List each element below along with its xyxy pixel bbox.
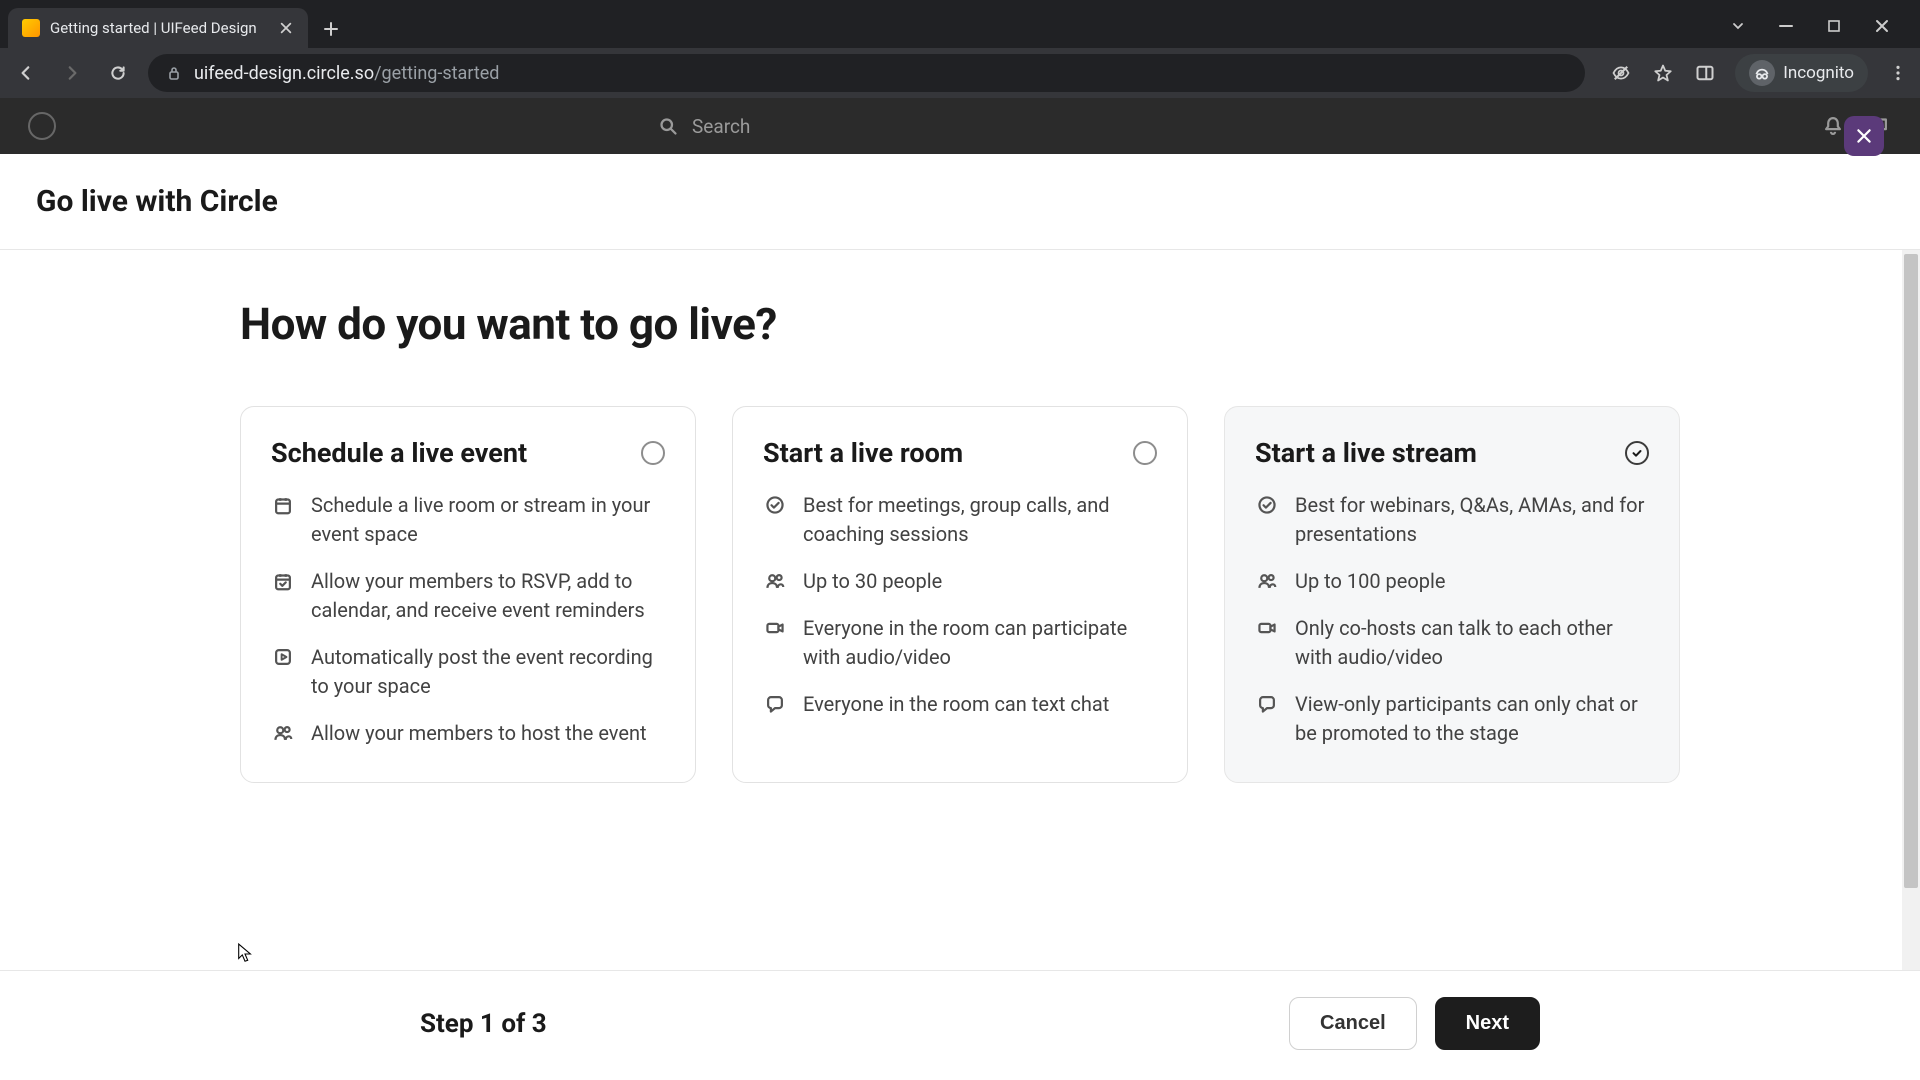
card-title: Schedule a live event xyxy=(271,437,527,469)
incognito-icon xyxy=(1749,60,1775,86)
feature-row: Only co-hosts can talk to each other wit… xyxy=(1255,614,1649,672)
feature-text: Only co-hosts can talk to each other wit… xyxy=(1295,614,1649,672)
feature-text: Up to 100 people xyxy=(1295,567,1446,596)
url-domain: uifeed-design.circle.so xyxy=(194,63,374,84)
window-maximize-button[interactable] xyxy=(1824,16,1844,36)
video-icon xyxy=(1255,616,1279,640)
option-cards-grid: Schedule a live event Schedule a live roo… xyxy=(240,406,1680,783)
search-placeholder: Search xyxy=(692,115,750,138)
bookmark-star-icon[interactable] xyxy=(1651,61,1675,85)
chat-icon xyxy=(763,692,787,716)
modal-title: Go live with Circle xyxy=(36,184,1884,219)
card-title: Start a live stream xyxy=(1255,437,1477,469)
play-square-icon xyxy=(271,645,295,669)
url-path: /getting-started xyxy=(374,63,499,84)
back-button[interactable] xyxy=(10,57,42,89)
search-icon xyxy=(658,116,678,136)
card-header: Schedule a live event xyxy=(271,437,665,469)
feature-text: Up to 30 people xyxy=(803,567,942,596)
lock-icon xyxy=(166,65,182,81)
people-icon xyxy=(271,721,295,745)
browser-menu-button[interactable] xyxy=(1886,61,1910,85)
feature-row: Best for meetings, group calls, and coac… xyxy=(763,491,1157,549)
feature-row: Allow your members to RSVP, add to calen… xyxy=(271,567,665,625)
browser-tab-active[interactable]: Getting started | UIFeed Design xyxy=(8,8,308,48)
new-tab-button[interactable] xyxy=(316,14,346,44)
card-header: Start a live room xyxy=(763,437,1157,469)
feature-row: Schedule a live room or stream in your e… xyxy=(271,491,665,549)
feature-text: Best for meetings, group calls, and coac… xyxy=(803,491,1157,549)
notifications-icon xyxy=(1820,112,1846,138)
incognito-label: Incognito xyxy=(1783,63,1854,83)
feature-text: Schedule a live room or stream in your e… xyxy=(311,491,665,549)
people-icon xyxy=(1255,569,1279,593)
feature-text: Everyone in the room can text chat xyxy=(803,690,1109,719)
scrollbar-thumb[interactable] xyxy=(1904,254,1918,888)
feature-text: Everyone in the room can participate wit… xyxy=(803,614,1157,672)
check-circle-icon xyxy=(763,493,787,517)
modal-body: How do you want to go live? Schedule a l… xyxy=(0,249,1920,970)
modal-header: Go live with Circle xyxy=(0,154,1920,249)
side-panel-icon[interactable] xyxy=(1693,61,1717,85)
feature-row: Allow your members to host the event xyxy=(271,719,665,748)
feature-text: Best for webinars, Q&As, AMAs, and for p… xyxy=(1295,491,1649,549)
chat-icon xyxy=(1255,692,1279,716)
url-input[interactable]: uifeed-design.circle.so/getting-started xyxy=(148,54,1585,92)
scrollbar-track[interactable] xyxy=(1902,250,1920,970)
page-viewport: Search Go live with Circle How do you wa… xyxy=(0,98,1920,1080)
feature-row: Up to 100 people xyxy=(1255,567,1649,596)
close-tab-button[interactable] xyxy=(278,20,294,36)
option-card-schedule[interactable]: Schedule a live event Schedule a live roo… xyxy=(240,406,696,783)
close-modal-button[interactable] xyxy=(1844,116,1884,156)
incognito-eye-icon[interactable] xyxy=(1609,61,1633,85)
check-circle-icon xyxy=(1255,493,1279,517)
calendar-check-icon xyxy=(271,569,295,593)
incognito-badge[interactable]: Incognito xyxy=(1735,54,1868,92)
forward-button[interactable] xyxy=(56,57,88,89)
radio-schedule[interactable] xyxy=(641,441,665,465)
people-icon xyxy=(763,569,787,593)
option-card-stream[interactable]: Start a live stream Best for webinars, Q&… xyxy=(1224,406,1680,783)
radio-stream[interactable] xyxy=(1625,441,1649,465)
option-card-room[interactable]: Start a live room Best for meetings, grou… xyxy=(732,406,1188,783)
card-title: Start a live room xyxy=(763,437,963,469)
feature-row: Automatically post the event recording t… xyxy=(271,643,665,701)
calendar-icon xyxy=(271,493,295,517)
modal-footer: Step 1 of 3 Cancel Next xyxy=(0,970,1920,1080)
reload-button[interactable] xyxy=(102,57,134,89)
app-logo xyxy=(28,112,56,140)
browser-address-bar: uifeed-design.circle.so/getting-started … xyxy=(0,48,1920,98)
app-search-bar: Search xyxy=(640,106,1280,146)
chevron-down-icon[interactable] xyxy=(1728,16,1748,36)
window-minimize-button[interactable] xyxy=(1776,16,1796,36)
feature-row: Everyone in the room can participate wit… xyxy=(763,614,1157,672)
modal-question: How do you want to go live? xyxy=(240,298,1680,350)
browser-tab-strip: Getting started | UIFeed Design xyxy=(0,0,1920,48)
tab-favicon xyxy=(22,19,40,37)
cancel-button[interactable]: Cancel xyxy=(1289,997,1417,1050)
feature-text: Allow your members to RSVP, add to calen… xyxy=(311,567,665,625)
feature-text: Automatically post the event recording t… xyxy=(311,643,665,701)
radio-room[interactable] xyxy=(1133,441,1157,465)
feature-row: Everyone in the room can text chat xyxy=(763,690,1157,719)
window-close-button[interactable] xyxy=(1872,16,1892,36)
go-live-modal: Go live with Circle How do you want to g… xyxy=(0,154,1920,1080)
video-icon xyxy=(763,616,787,640)
feature-row: View-only participants can only chat or … xyxy=(1255,690,1649,748)
feature-row: Up to 30 people xyxy=(763,567,1157,596)
next-button[interactable]: Next xyxy=(1435,997,1540,1050)
feature-row: Best for webinars, Q&As, AMAs, and for p… xyxy=(1255,491,1649,549)
step-indicator: Step 1 of 3 xyxy=(420,1009,547,1039)
feature-text: View-only participants can only chat or … xyxy=(1295,690,1649,748)
tab-title: Getting started | UIFeed Design xyxy=(50,19,257,37)
card-header: Start a live stream xyxy=(1255,437,1649,469)
feature-text: Allow your members to host the event xyxy=(311,719,647,748)
